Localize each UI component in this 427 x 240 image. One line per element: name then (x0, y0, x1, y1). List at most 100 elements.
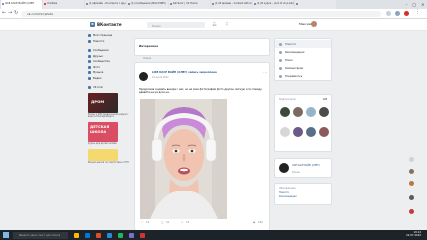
chat-avatar[interactable] (409, 181, 414, 186)
back-icon[interactable]: ← (2, 10, 6, 16)
close-window-button[interactable]: ✕ (421, 0, 424, 9)
views-count: 160 (258, 221, 263, 224)
home-icon (88, 34, 91, 38)
profile-icon[interactable] (404, 11, 409, 16)
ad-exam[interactable]: Бизнес-школа по подготовке к ЕГЭ (88, 148, 132, 165)
ad-drom-image: ДРОМ (88, 92, 118, 113)
comment-icon[interactable]: ▢ (161, 221, 163, 224)
taskbar-app-icon[interactable] (140, 232, 145, 238)
share-icon[interactable]: ↪ (181, 221, 183, 224)
tab-favicon-icon (128, 3, 130, 5)
user-avatar[interactable] (311, 21, 317, 27)
vk-brand[interactable]: ВКонтакте (97, 22, 122, 27)
ad-school[interactable]: ДЕТСКАЯ ШКОЛА Курсы для детей онлайн (88, 122, 132, 146)
maximize-button[interactable]: □ (412, 0, 416, 9)
news-icon (88, 39, 91, 43)
ad-drom[interactable]: ДРОМ Более 1 000 предложений рядом с вам… (88, 92, 132, 120)
likes-count[interactable]: 19 (146, 221, 149, 224)
taskbar-app-icon[interactable] (107, 232, 112, 238)
ad-exam-text: Бизнес-школа по подготовке к ЕГЭ (88, 160, 129, 164)
windows-start-icon[interactable] (3, 232, 9, 238)
browser-tab[interactable]: (1) Дизайн - Контакте с друзья (85, 0, 126, 9)
menu-item-icon (279, 42, 282, 46)
post: LIKE KACE ВАЙП (ОЛЕГ) запись закреплена … (134, 62, 270, 231)
chat-avatar[interactable] (409, 169, 414, 174)
group-sub: Фильм (292, 171, 300, 174)
feed-column: Интересное Новое (134, 38, 270, 60)
tab-label: (1) В курсе - (out of vk.p.bar) (257, 2, 294, 5)
left-sidebar: Моя страница Новости Сообщения Друзья Сообщ… (88, 33, 132, 165)
menu-item-icon (279, 58, 282, 62)
music-icon[interactable]: ♫ (225, 21, 229, 26)
forward-icon[interactable]: → (8, 10, 12, 16)
reload-icon[interactable]: ↻ (14, 10, 18, 16)
subscriber-avatar[interactable] (280, 127, 290, 137)
tab-favicon-icon (170, 3, 172, 5)
tab-label: (1) Сообщения (МАГАЗИН) (131, 2, 166, 5)
sidebar-item-label: Фото (93, 65, 100, 69)
subscriber-avatar[interactable] (306, 107, 316, 117)
comments-count[interactable]: 41 (166, 221, 169, 224)
sidebar-item-label: Сообщества (93, 60, 110, 64)
browser-tab[interactable]: Каталог | Vk Home (169, 0, 210, 9)
subscriber-avatar[interactable] (280, 107, 290, 117)
taskbar-app-icon[interactable] (118, 232, 123, 238)
browser-tab[interactable] (295, 0, 336, 9)
subscriber-avatar[interactable] (293, 107, 303, 117)
subscribers-box: Подписчики 128 (274, 94, 332, 152)
taskbar-app-icon[interactable] (96, 232, 101, 238)
group-name[interactable]: LIKE KACE ВАЙП (ОЛЕГ) (292, 164, 330, 167)
url-field[interactable]: vk.com/?z=photo (21, 11, 381, 17)
browser-tab[interactable]: (1) В архиве - Contact ethnic lag (211, 0, 252, 9)
tab-favicon-icon (296, 3, 298, 5)
right-menu: Новости Рекомендации Поиск Комментарии Понра… (274, 38, 332, 81)
chat-avatar[interactable] (409, 209, 414, 214)
right-menu-item[interactable]: Поиск (275, 56, 331, 64)
bell-icon[interactable]: 🔔︎ (212, 21, 217, 26)
reposts-count[interactable]: 15 (186, 221, 189, 224)
subscriber-avatar[interactable] (319, 107, 329, 117)
taskbar-search-input[interactable]: Введите здесь текст для поиска (13, 231, 68, 239)
subscriber-avatar[interactable] (306, 127, 316, 137)
chat-avatar[interactable] (409, 195, 414, 200)
right-menu-label: Рекомендации (285, 50, 305, 54)
updates-line[interactable]: Рекомендации (279, 195, 331, 199)
extension-icon[interactable] (395, 11, 400, 16)
browser-tab[interactable]: (1) Сообщения (МАГАЗИН) (127, 0, 168, 9)
like-icon[interactable]: ♡ (141, 221, 143, 224)
ad-school-text: Курсы для детей онлайн (88, 142, 117, 146)
vk-logo-icon[interactable]: В (90, 22, 95, 27)
taskbar-app-icon[interactable] (74, 232, 79, 238)
browser-tab[interactable]: (1) В курсе - (out of vk.p.bar) (253, 0, 294, 9)
updates-box: Обновления Новости Рекомендации (274, 183, 332, 205)
post-author-avatar[interactable] (139, 72, 148, 81)
clock[interactable]: 19:12 22.07.2022 (406, 231, 421, 238)
vk-search-input[interactable]: Поиск (147, 22, 205, 28)
subscriber-avatar[interactable] (319, 127, 329, 137)
user-name[interactable]: Максим (299, 22, 311, 26)
right-menu-item[interactable]: Рекомендации (275, 48, 331, 56)
browser-tab[interactable]: LIKE KACE ВАЙП (ОЛЕГ (1, 0, 42, 9)
menu-dots-icon[interactable]: ⋮ (415, 9, 420, 15)
tab-label: YouTube (47, 2, 58, 5)
post-date[interactable]: 22 июня 2022 (152, 76, 169, 79)
post-author[interactable]: LIKE KACE ВАЙП (ОЛЕГ) запись закреплена (152, 71, 217, 74)
group-avatar[interactable] (279, 163, 289, 173)
taskbar-app-icon[interactable] (85, 232, 90, 238)
right-menu-item[interactable]: Понравилось (275, 72, 331, 80)
right-menu-item[interactable]: Новости (275, 40, 331, 48)
windows-taskbar: Введите здесь текст для поиска 19:12 22.… (0, 230, 427, 240)
sidebar-item-label: Сообщения (93, 49, 109, 53)
groups-icon (88, 60, 91, 64)
browser-tab-strip: LIKE KACE ВАЙП (ОЛЕГ YouTube (1) Дизайн - … (0, 0, 427, 9)
extension-icon[interactable] (386, 11, 391, 16)
sidebar-item[interactable]: VK Coin (88, 85, 132, 91)
subscriber-avatar[interactable] (293, 127, 303, 137)
post-photo[interactable] (140, 99, 227, 219)
more-dots-icon[interactable]: ⋯ (263, 70, 267, 75)
taskbar-app-icon[interactable] (129, 232, 134, 238)
chat-bubble-icon[interactable] (409, 157, 414, 162)
right-menu-item[interactable]: Комментарии (275, 64, 331, 72)
minimize-button[interactable]: – (405, 0, 407, 9)
browser-tab[interactable]: YouTube (43, 0, 84, 9)
